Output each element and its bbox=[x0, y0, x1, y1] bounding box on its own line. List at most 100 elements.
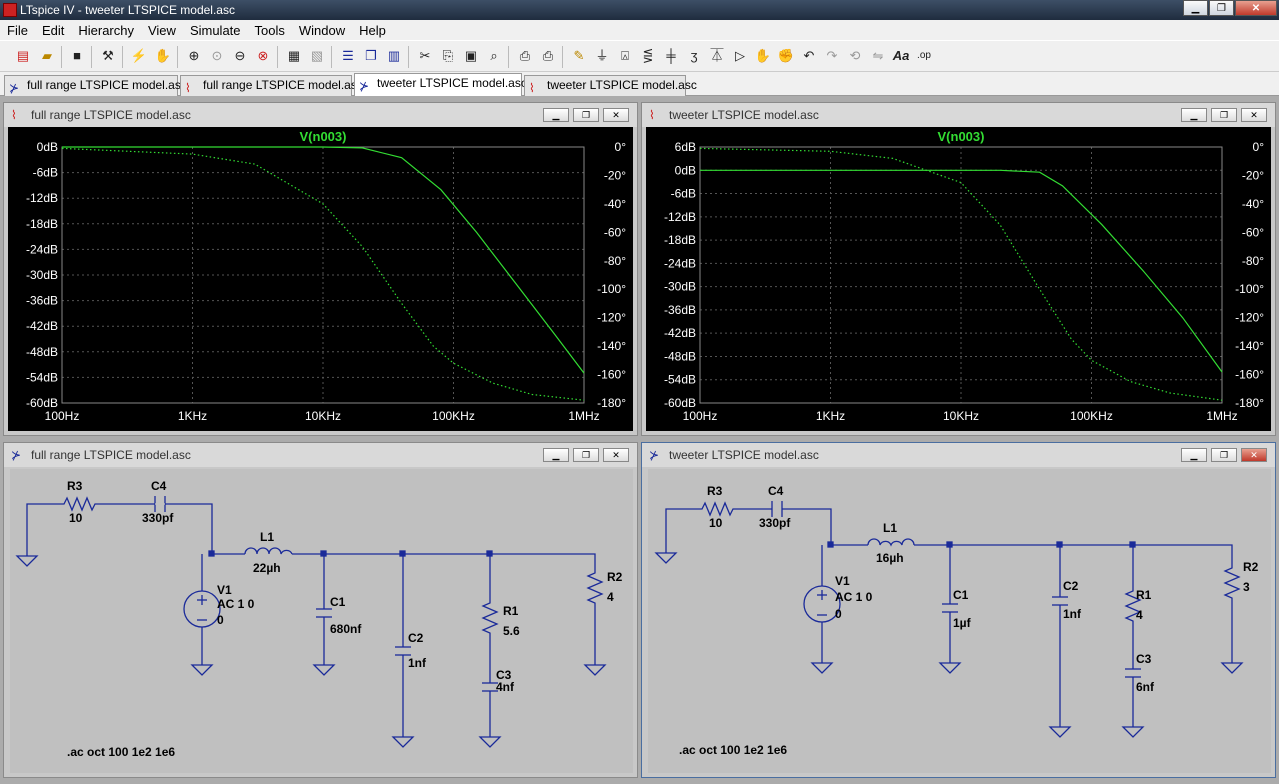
window-caption: ⊁ tweeter LTSPICE model.asc ▁ ❐ ✕ bbox=[642, 443, 1275, 467]
open-icon[interactable]: ▰ bbox=[38, 47, 56, 65]
menu-window[interactable]: Window bbox=[292, 23, 352, 38]
delete-trace-icon[interactable]: ▧ bbox=[308, 47, 326, 65]
minimize-button[interactable]: ▁ bbox=[543, 108, 569, 122]
close-button[interactable]: ✕ bbox=[1241, 448, 1267, 462]
copy-icon[interactable]: ⎘ bbox=[439, 47, 457, 65]
y-tick-label-db: -42dB bbox=[26, 319, 58, 333]
cut-icon[interactable]: ✂ bbox=[416, 47, 434, 65]
c2-capacitor[interactable] bbox=[1052, 596, 1068, 606]
waveform-icon: ⌇ bbox=[11, 108, 17, 122]
rotate-icon[interactable]: ⟲ bbox=[846, 47, 864, 65]
v1-source[interactable] bbox=[183, 590, 221, 628]
schematic-canvas[interactable]: R3 10 C4 330pf L1 16µh V1 AC 1 0 0 C1 1µ… bbox=[648, 469, 1271, 773]
minimize-button[interactable]: ▁ bbox=[543, 448, 569, 462]
cascade-icon[interactable]: ❐ bbox=[362, 47, 380, 65]
drag-icon[interactable]: ✊ bbox=[777, 47, 795, 65]
zoom-fit-icon[interactable]: ⊗ bbox=[254, 47, 272, 65]
menu-view[interactable]: View bbox=[141, 23, 183, 38]
menu-file[interactable]: File bbox=[0, 23, 35, 38]
run-icon[interactable]: ⚡ bbox=[130, 47, 148, 65]
restore-button[interactable]: ❐ bbox=[1211, 108, 1237, 122]
close-button[interactable]: ✕ bbox=[603, 448, 629, 462]
tab-full-range-plot[interactable]: ⌇ full range LTSPICE model.asc bbox=[180, 75, 363, 96]
new-schematic-icon[interactable]: ▤ bbox=[14, 47, 32, 65]
menu-tools[interactable]: Tools bbox=[248, 23, 292, 38]
plot-area[interactable]: V(n003) 6dB 0dB -6dB -12dB -18dB -24dB -30dB -36… bbox=[646, 127, 1271, 431]
y-tick-label-db: -24dB bbox=[26, 242, 58, 256]
tab-tweeter-schematic[interactable]: ⊁ tweeter LTSPICE model.asc bbox=[354, 73, 527, 96]
resistor-icon[interactable]: ⋚ bbox=[639, 47, 657, 65]
c2-capacitor[interactable] bbox=[395, 646, 411, 656]
c1-value: 1µf bbox=[953, 616, 972, 630]
y-tick-label-phase: -160° bbox=[1235, 368, 1264, 382]
capacitor-icon[interactable]: ╪ bbox=[662, 47, 680, 65]
c4-value: 330pf bbox=[759, 516, 791, 530]
schematic-icon: ⊁ bbox=[11, 448, 22, 462]
r3-resistor[interactable] bbox=[698, 501, 738, 517]
redo-icon[interactable]: ↷ bbox=[823, 47, 841, 65]
c3-capacitor[interactable] bbox=[1125, 668, 1141, 678]
schematic-canvas[interactable]: R3 10 C4 330pf L1 22µh V1 AC 1 0 0 C1 68… bbox=[10, 469, 633, 773]
print-preview-icon[interactable]: ⎙ bbox=[516, 47, 534, 65]
halt-icon[interactable]: ✋ bbox=[154, 47, 172, 65]
tab-full-range-schematic[interactable]: ⊁ full range LTSPICE model.asc bbox=[4, 75, 187, 96]
c1-capacitor[interactable] bbox=[942, 603, 958, 613]
text-icon[interactable]: Aa bbox=[892, 47, 910, 65]
r2-resistor[interactable] bbox=[1223, 564, 1241, 602]
c1-capacitor[interactable] bbox=[316, 608, 332, 618]
inductor-icon[interactable]: ʒ bbox=[685, 47, 703, 65]
ground-icon[interactable]: ⏚ bbox=[593, 47, 611, 65]
schematic-drawing: R3 10 C4 330pf L1 22µh V1 AC 1 0 0 C1 68… bbox=[15, 479, 623, 759]
move-icon[interactable]: ✋ bbox=[754, 47, 772, 65]
draw-wire-icon[interactable]: ✎ bbox=[570, 47, 588, 65]
v1-line2: 0 bbox=[835, 607, 842, 621]
y-tick-label-phase: -60° bbox=[604, 225, 626, 239]
pan-icon[interactable]: ⊙ bbox=[208, 47, 226, 65]
r1-resistor[interactable] bbox=[481, 599, 499, 639]
tile-vertical-icon[interactable]: ▥ bbox=[385, 47, 403, 65]
print-icon[interactable]: ⎙ bbox=[539, 47, 557, 65]
zoom-out-icon[interactable]: ⊖ bbox=[231, 47, 249, 65]
plot-area[interactable]: V(n003) 0dB -6dB -12dB -18dB -24dB -30dB -36dB -… bbox=[8, 127, 633, 431]
tab-tweeter-plot[interactable]: ⌇ tweeter LTSPICE model.asc bbox=[524, 75, 697, 96]
maximize-button[interactable]: ❐ bbox=[1209, 0, 1234, 16]
menu-hierarchy[interactable]: Hierarchy bbox=[71, 23, 141, 38]
title-bar: LTspice IV - tweeter LTSPICE model.asc ▁… bbox=[0, 0, 1279, 20]
c1-name: C1 bbox=[330, 595, 346, 609]
c4-capacitor[interactable] bbox=[154, 496, 166, 512]
y-tick-label-db: 6dB bbox=[675, 140, 696, 154]
y-tick-label-db: -12dB bbox=[26, 191, 58, 205]
schematic-icon: ⊁ bbox=[359, 79, 370, 93]
restore-button[interactable]: ❐ bbox=[573, 448, 599, 462]
zoom-in-icon[interactable]: ⊕ bbox=[185, 47, 203, 65]
close-button[interactable]: ✕ bbox=[603, 108, 629, 122]
restore-button[interactable]: ❐ bbox=[1211, 448, 1237, 462]
close-button[interactable]: ✕ bbox=[1241, 108, 1267, 122]
control-panel-icon[interactable]: ⚒ bbox=[99, 47, 117, 65]
component-icon[interactable]: ▷ bbox=[731, 47, 749, 65]
r3-resistor[interactable] bbox=[60, 496, 100, 512]
autorange-icon[interactable]: ▦ bbox=[285, 47, 303, 65]
minimize-button[interactable]: ▁ bbox=[1181, 108, 1207, 122]
menu-edit[interactable]: Edit bbox=[35, 23, 71, 38]
minimize-button[interactable]: ▁ bbox=[1181, 448, 1207, 462]
close-button[interactable]: ✕ bbox=[1235, 0, 1277, 16]
paste-icon[interactable]: ▣ bbox=[462, 47, 480, 65]
schematic-icon: ⊁ bbox=[9, 81, 20, 95]
save-icon[interactable]: ■ bbox=[68, 47, 86, 65]
minimize-button[interactable]: ▁ bbox=[1183, 0, 1208, 16]
find-icon[interactable]: ⌕ bbox=[485, 47, 503, 65]
undo-icon[interactable]: ↶ bbox=[800, 47, 818, 65]
diode-icon[interactable]: ⏄ bbox=[708, 47, 726, 65]
menu-simulate[interactable]: Simulate bbox=[183, 23, 248, 38]
mirror-icon[interactable]: ⇋ bbox=[869, 47, 887, 65]
tile-horizontal-icon[interactable]: ☰ bbox=[339, 47, 357, 65]
l1-inductor[interactable] bbox=[867, 538, 915, 547]
r2-resistor[interactable] bbox=[586, 569, 604, 607]
restore-button[interactable]: ❐ bbox=[573, 108, 599, 122]
label-net-icon[interactable]: ⍓ bbox=[616, 47, 634, 65]
menu-help[interactable]: Help bbox=[352, 23, 393, 38]
c4-capacitor[interactable] bbox=[771, 501, 783, 517]
spice-directive-icon[interactable]: .op bbox=[915, 47, 933, 65]
l1-inductor[interactable] bbox=[244, 547, 293, 555]
